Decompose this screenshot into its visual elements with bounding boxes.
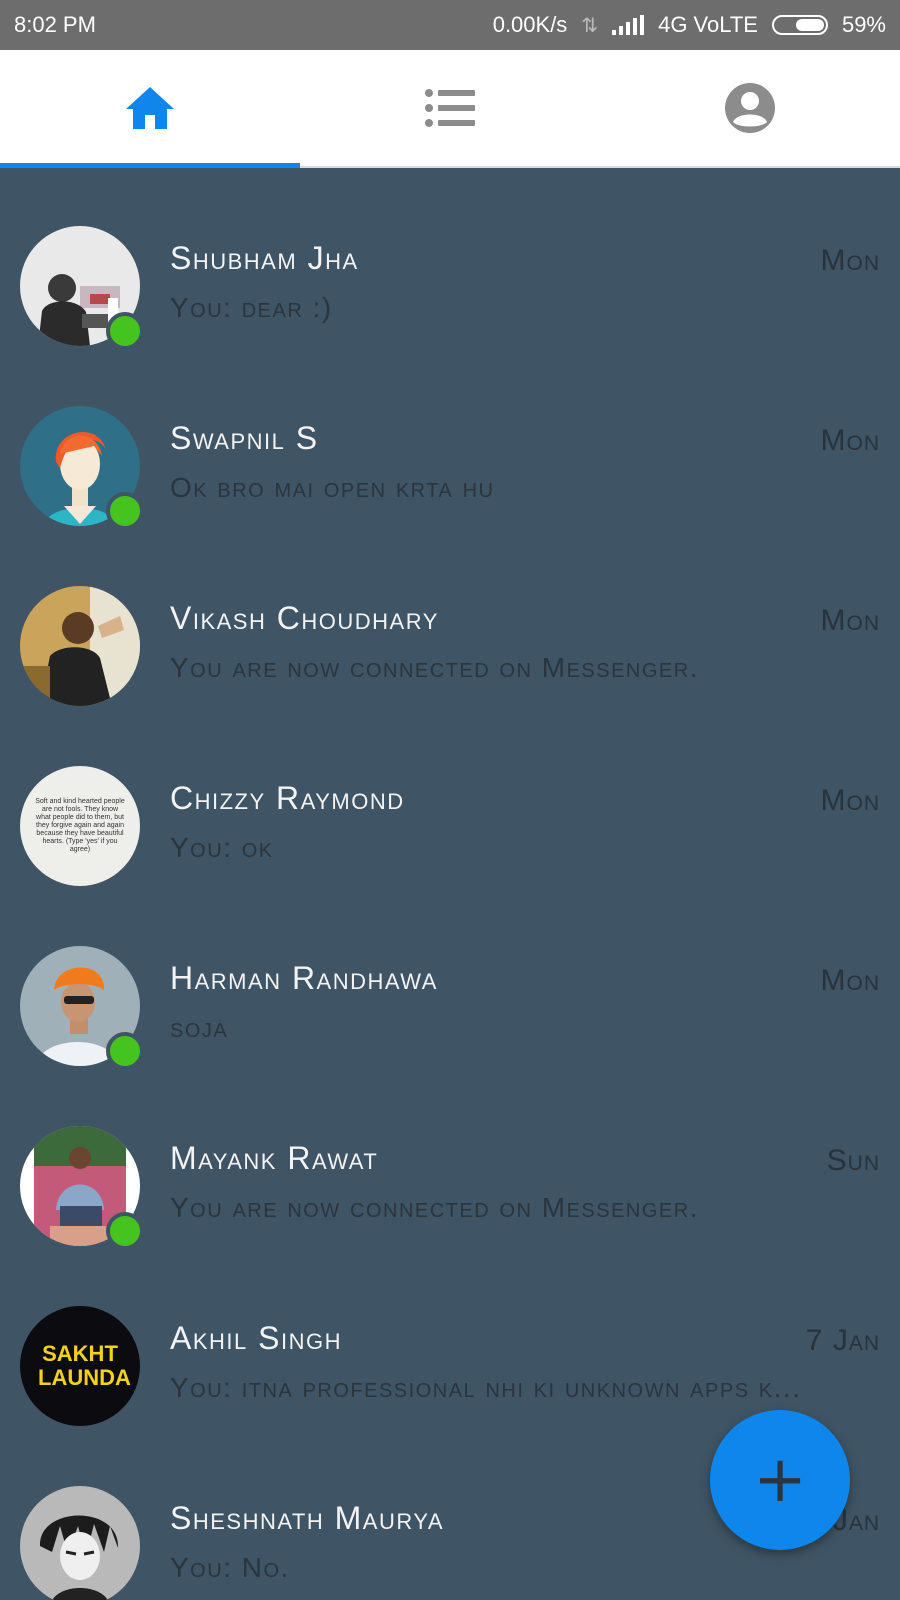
- conversation-list[interactable]: Shubham Jha Mon You: dear :) Swapnil S M…: [0, 168, 900, 1600]
- data-transfer-icon: ⇅: [581, 14, 599, 37]
- battery-icon: [771, 15, 828, 35]
- message-preview: You are now connected on Messenger.: [170, 652, 699, 683]
- battery-percent: 59%: [841, 12, 886, 37]
- message-preview: soja: [170, 1012, 229, 1043]
- online-indicator: [106, 1212, 144, 1250]
- avatar-logo-text: SAKHT LAUNDA: [38, 1341, 131, 1390]
- contact-name: Shubham Jha: [170, 240, 359, 276]
- message-preview: You: ok: [170, 832, 274, 863]
- online-indicator: [106, 312, 144, 350]
- conversation-row[interactable]: Mayank Rawat Sun You are now connected o…: [0, 1068, 900, 1250]
- plus-icon: +: [753, 1443, 807, 1517]
- tab-list[interactable]: [300, 50, 600, 166]
- message-preview: You are now connected on Messenger.: [170, 1192, 699, 1223]
- conversation-row[interactable]: Harman Randhawa Mon soja: [0, 888, 900, 1070]
- tab-bar: [0, 50, 900, 168]
- avatar[interactable]: [20, 946, 144, 1070]
- tab-profile[interactable]: [600, 50, 900, 166]
- message-time: 7 Jan: [805, 1324, 880, 1357]
- contact-name: Sheshnath Maurya: [170, 1500, 445, 1536]
- online-indicator: [106, 1032, 144, 1070]
- avatar[interactable]: [20, 406, 144, 530]
- contact-name: Vikash Choudhary: [170, 600, 439, 636]
- conversation-row[interactable]: Vikash Choudhary Mon You are now connect…: [0, 528, 900, 708]
- profile-icon: [725, 83, 775, 133]
- message-time: Sun: [826, 1144, 880, 1177]
- message-preview: Ok bro mai open krta hu: [170, 472, 495, 503]
- network-label: 4G VoLTE: [658, 12, 758, 37]
- message-time: Mon: [820, 244, 880, 277]
- avatar[interactable]: Soft and kind hearted people are not foo…: [20, 766, 140, 886]
- avatar[interactable]: [20, 1486, 140, 1600]
- message-time: Mon: [820, 964, 880, 997]
- contact-name: Chizzy Raymond: [170, 780, 405, 816]
- message-preview: You: itna professional nhi ki unknown ap…: [170, 1372, 802, 1403]
- new-message-button[interactable]: +: [710, 1410, 850, 1550]
- contact-name: Swapnil S: [170, 420, 319, 456]
- tab-home[interactable]: [0, 50, 300, 166]
- message-time: Mon: [820, 784, 880, 817]
- home-icon: [126, 87, 174, 129]
- net-speed: 0.00K/s: [492, 12, 568, 37]
- conversation-row[interactable]: Soft and kind hearted people are not foo…: [0, 708, 900, 888]
- conversation-row[interactable]: SAKHT LAUNDA Akhil Singh 7 Jan You: itna…: [0, 1248, 900, 1428]
- signal-icon: [612, 15, 645, 35]
- status-time: 8:02 PM: [14, 12, 96, 37]
- contact-name: Akhil Singh: [170, 1320, 342, 1356]
- avatar[interactable]: SAKHT LAUNDA: [20, 1306, 140, 1426]
- message-preview: You: No.: [170, 1552, 290, 1583]
- avatar[interactable]: [20, 226, 144, 350]
- message-time: Mon: [820, 604, 880, 637]
- conversation-row[interactable]: Shubham Jha Mon You: dear :): [0, 168, 900, 350]
- online-indicator: [106, 492, 144, 530]
- conversation-row[interactable]: Swapnil S Mon Ok bro mai open krta hu: [0, 348, 900, 530]
- message-time: Mon: [820, 424, 880, 457]
- status-bar: 8:02 PM 0.00K/s ⇅ 4G VoLTE 59%: [0, 0, 900, 50]
- avatar[interactable]: [20, 586, 140, 706]
- message-preview: You: dear :): [170, 292, 333, 323]
- list-icon: [425, 89, 475, 127]
- contact-name: Harman Randhawa: [170, 960, 438, 996]
- avatar-quote-text: Soft and kind hearted people are not foo…: [35, 798, 125, 853]
- contact-name: Mayank Rawat: [170, 1140, 379, 1176]
- avatar[interactable]: [20, 1126, 144, 1250]
